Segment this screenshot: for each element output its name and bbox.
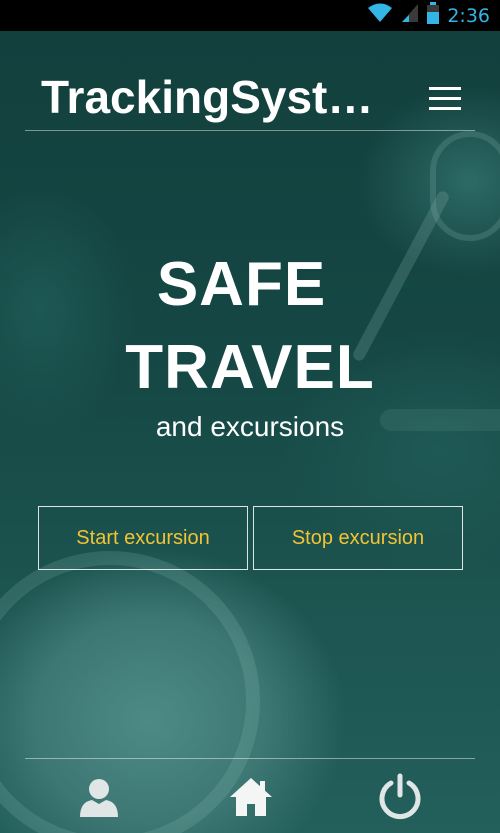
power-icon bbox=[379, 773, 421, 820]
app-title: TrackingSystem bbox=[41, 71, 386, 123]
nav-home-button[interactable] bbox=[221, 769, 281, 825]
app-header: TrackingSystem bbox=[25, 31, 475, 131]
stop-excursion-button[interactable]: Stop excursion bbox=[253, 506, 463, 570]
wifi-icon bbox=[367, 3, 393, 28]
nav-profile-button[interactable] bbox=[69, 769, 129, 825]
menu-button[interactable] bbox=[425, 81, 465, 117]
start-excursion-button[interactable]: Start excursion bbox=[38, 506, 248, 570]
home-icon bbox=[230, 778, 272, 816]
signal-icon bbox=[401, 3, 419, 28]
status-bar: 2:36 bbox=[0, 0, 500, 31]
hamburger-menu-icon bbox=[429, 87, 461, 110]
hero-subtitle: and excursions bbox=[155, 411, 345, 442]
nav-power-button[interactable] bbox=[370, 769, 430, 825]
background-photo-detail bbox=[430, 131, 500, 241]
hero-heading-line1: SAFE bbox=[156, 250, 327, 319]
main-screen: TrackingSystem SAFE TRAVEL and excursion… bbox=[0, 31, 500, 833]
status-time: 2:36 bbox=[447, 4, 490, 27]
bottom-nav bbox=[25, 758, 475, 833]
battery-icon bbox=[427, 2, 440, 29]
hero-heading-line2: TRAVEL bbox=[125, 333, 375, 402]
user-icon bbox=[80, 779, 118, 817]
